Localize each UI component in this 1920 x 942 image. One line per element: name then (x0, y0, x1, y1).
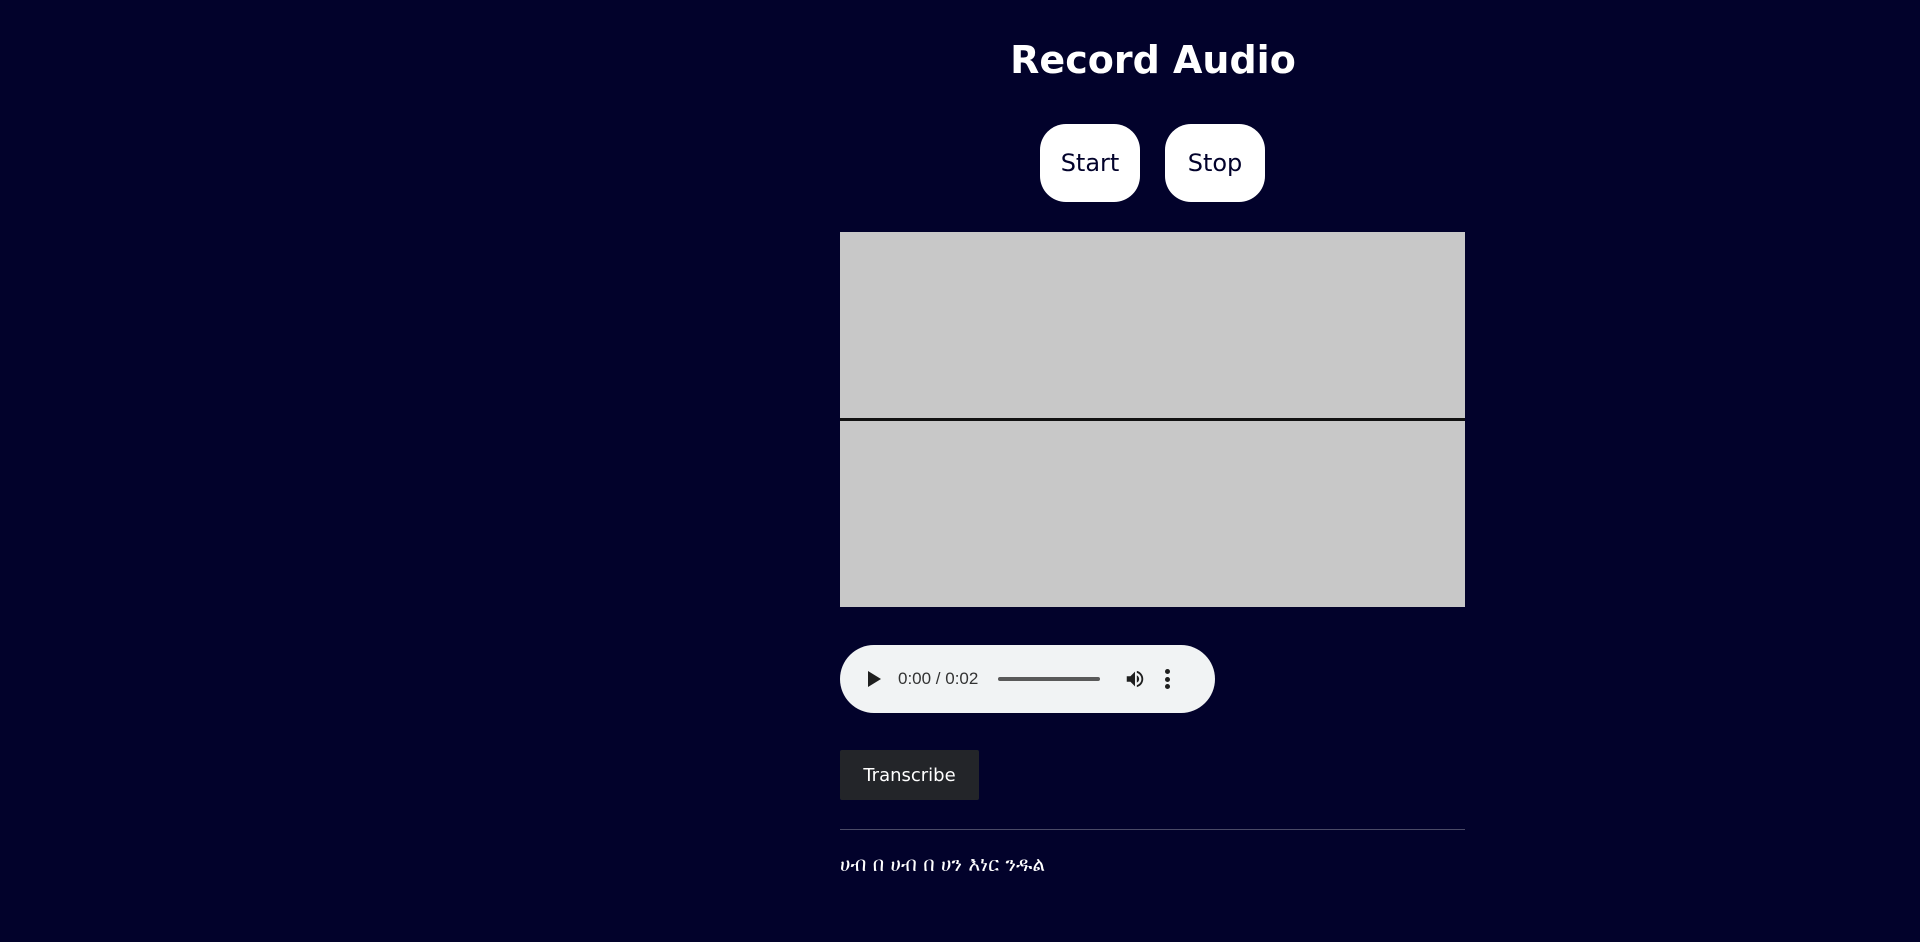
page: Record Audio Start Stop 0:00 / 0:02 Tran… (0, 0, 1920, 942)
volume-icon[interactable] (1124, 668, 1146, 690)
transcribe-button[interactable]: Transcribe (840, 750, 979, 800)
transcript-text: ሀብ በ ሀብ በ ሀን እነር ንዱል (840, 852, 1046, 876)
time-display: 0:00 / 0:02 (898, 669, 979, 688)
seek-bar[interactable] (998, 677, 1101, 681)
waveform-baseline (840, 418, 1465, 421)
page-title: Record Audio (1010, 38, 1296, 82)
divider (840, 829, 1465, 830)
stop-button[interactable]: Stop (1165, 124, 1265, 202)
audio-player: 0:00 / 0:02 (840, 645, 1215, 713)
more-options-icon[interactable] (1164, 669, 1170, 689)
record-controls: Start Stop (1040, 124, 1265, 202)
start-button[interactable]: Start (1040, 124, 1140, 202)
play-icon[interactable] (868, 671, 881, 687)
waveform-canvas (840, 232, 1465, 607)
